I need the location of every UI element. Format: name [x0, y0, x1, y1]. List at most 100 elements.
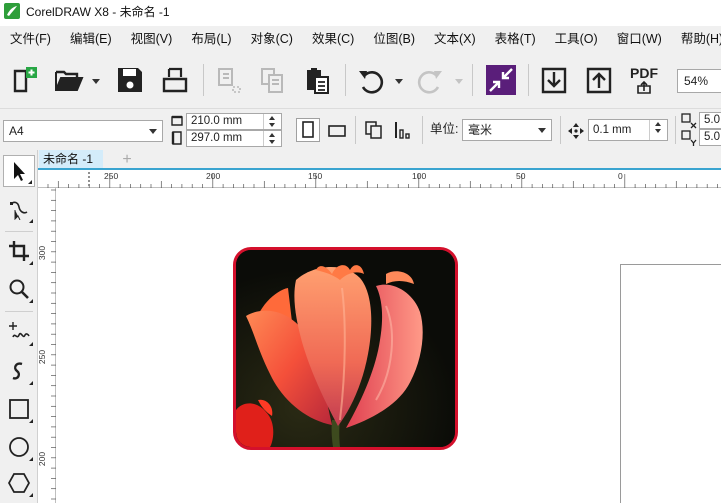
- nudge-distance-input[interactable]: 0.1 mm: [588, 119, 668, 141]
- print-button[interactable]: [158, 63, 192, 97]
- undo-icon: [359, 71, 384, 94]
- duplicate-y-icon: [681, 130, 697, 146]
- menu-window[interactable]: 窗口(W): [607, 26, 671, 52]
- all-pages-button[interactable]: [362, 118, 386, 142]
- menu-view[interactable]: 视图(V): [121, 26, 182, 52]
- crop-tool-button[interactable]: [3, 235, 35, 267]
- page-size-select[interactable]: A4: [3, 120, 163, 142]
- pdf-label: PDF: [630, 65, 658, 81]
- new-document-button[interactable]: [8, 63, 42, 97]
- toolbox-separator: [5, 231, 33, 232]
- open-button[interactable]: [52, 63, 86, 97]
- redo-button[interactable]: [413, 63, 447, 97]
- menu-file[interactable]: 文件(F): [0, 26, 60, 52]
- polygon-tool-button[interactable]: [3, 467, 35, 499]
- menu-layout[interactable]: 布局(L): [181, 26, 240, 52]
- open-dropdown-arrow-icon[interactable]: [92, 79, 100, 84]
- upload-arrow-icon: [586, 67, 612, 94]
- current-page-button[interactable]: [392, 118, 416, 142]
- copy-button[interactable]: [255, 63, 289, 97]
- flyout-corner-icon: [29, 419, 33, 423]
- redo-icon: [417, 71, 442, 94]
- copy-icon: [261, 68, 283, 93]
- nudge-offset-icon: [568, 123, 584, 139]
- pick-arrow-icon: [14, 162, 25, 181]
- import-button[interactable]: [484, 63, 518, 97]
- menu-effects[interactable]: 效果(C): [302, 26, 363, 52]
- crop-icon: [9, 241, 29, 261]
- toolbar-separator: [345, 64, 346, 96]
- duplicate-x-input[interactable]: 5.0: [699, 112, 721, 129]
- rectangle-icon: [9, 399, 29, 419]
- toolbox-separator: [5, 311, 33, 312]
- ruler-label: 250: [37, 349, 48, 365]
- undo-dropdown-arrow-icon[interactable]: [395, 79, 403, 84]
- flyout-corner-icon: [29, 493, 33, 497]
- tulip-bitmap[interactable]: [233, 247, 458, 450]
- nudge-distance-stepper[interactable]: [649, 120, 667, 140]
- paste-button[interactable]: [300, 63, 334, 97]
- menu-tools[interactable]: 工具(O): [545, 26, 607, 52]
- page-height-stepper[interactable]: [263, 131, 281, 146]
- landscape-button[interactable]: [325, 118, 349, 142]
- zoom-tool-button[interactable]: [3, 273, 35, 305]
- polygon-icon: [8, 473, 30, 493]
- undo-button[interactable]: [354, 63, 388, 97]
- new-tab-plus-icon[interactable]: +: [119, 152, 135, 168]
- portrait-button[interactable]: [296, 118, 320, 142]
- page-width-stepper[interactable]: [263, 114, 281, 129]
- pick-tool-button[interactable]: [3, 155, 35, 187]
- standard-toolbar: PDF: [0, 52, 721, 108]
- artistic-brush-icon: [12, 362, 23, 380]
- page-height-input[interactable]: 297.0 mm: [186, 130, 282, 147]
- artistic-media-tool-button[interactable]: [3, 355, 35, 387]
- toolbar-separator: [560, 116, 561, 144]
- ruler-label: 250: [104, 171, 119, 181]
- cut-button[interactable]: [212, 63, 246, 97]
- import-file-button[interactable]: [537, 63, 571, 97]
- duplicate-y-input[interactable]: 5.0: [699, 129, 721, 146]
- pdf-export-icon: [637, 80, 651, 94]
- vertical-ruler[interactable]: 300 250 200: [37, 188, 56, 503]
- menu-text[interactable]: 文本(X): [424, 26, 485, 52]
- portrait-page-icon: [302, 121, 314, 138]
- drawing-canvas[interactable]: [57, 189, 721, 503]
- ruler-label: 150: [308, 171, 323, 181]
- menu-edit[interactable]: 编辑(E): [60, 26, 121, 52]
- save-disk-icon: [118, 68, 142, 92]
- print-icon: [162, 67, 188, 93]
- ellipse-icon: [9, 437, 29, 457]
- rectangle-tool-button[interactable]: [3, 393, 35, 425]
- toolbar-separator: [675, 116, 676, 144]
- freehand-tool-button[interactable]: [3, 316, 35, 348]
- zoom-level-combo[interactable]: 54%: [677, 69, 721, 93]
- horizontal-ruler[interactable]: 250 200 150 100 50 0: [38, 170, 721, 188]
- flyout-corner-icon: [28, 180, 32, 184]
- export-button[interactable]: [582, 63, 616, 97]
- ruler-label: 50: [516, 171, 526, 181]
- flyout-corner-icon: [29, 299, 33, 303]
- menu-help[interactable]: 帮助(H): [671, 26, 721, 52]
- publish-pdf-button[interactable]: PDF: [627, 63, 661, 97]
- ellipse-tool-button[interactable]: [3, 431, 35, 463]
- page-width-input[interactable]: 210.0 mm: [186, 113, 282, 130]
- ruler-label: 0: [618, 171, 623, 181]
- document-tab[interactable]: 未命名 -1: [39, 150, 104, 168]
- menu-bitmaps[interactable]: 位图(B): [363, 26, 424, 52]
- flyout-corner-icon: [29, 219, 33, 223]
- duplicate-x-value: 5.0: [704, 114, 720, 126]
- redo-dropdown-arrow-icon[interactable]: [455, 79, 463, 84]
- ruler-label: 100: [412, 171, 427, 181]
- units-select[interactable]: 毫米: [462, 119, 552, 141]
- window-title: CorelDRAW X8 - 未命名 -1: [26, 4, 170, 19]
- page-height-value: 297.0 mm: [191, 132, 243, 144]
- toolbox: [0, 150, 38, 503]
- shape-tool-button[interactable]: [3, 193, 35, 225]
- shape-node-icon: [10, 201, 28, 220]
- menu-table[interactable]: 表格(T): [485, 26, 545, 52]
- save-button[interactable]: [113, 63, 147, 97]
- flyout-corner-icon: [29, 381, 33, 385]
- landscape-page-icon: [328, 125, 346, 137]
- import-arrows-icon: [486, 65, 516, 95]
- menu-object[interactable]: 对象(C): [241, 26, 302, 52]
